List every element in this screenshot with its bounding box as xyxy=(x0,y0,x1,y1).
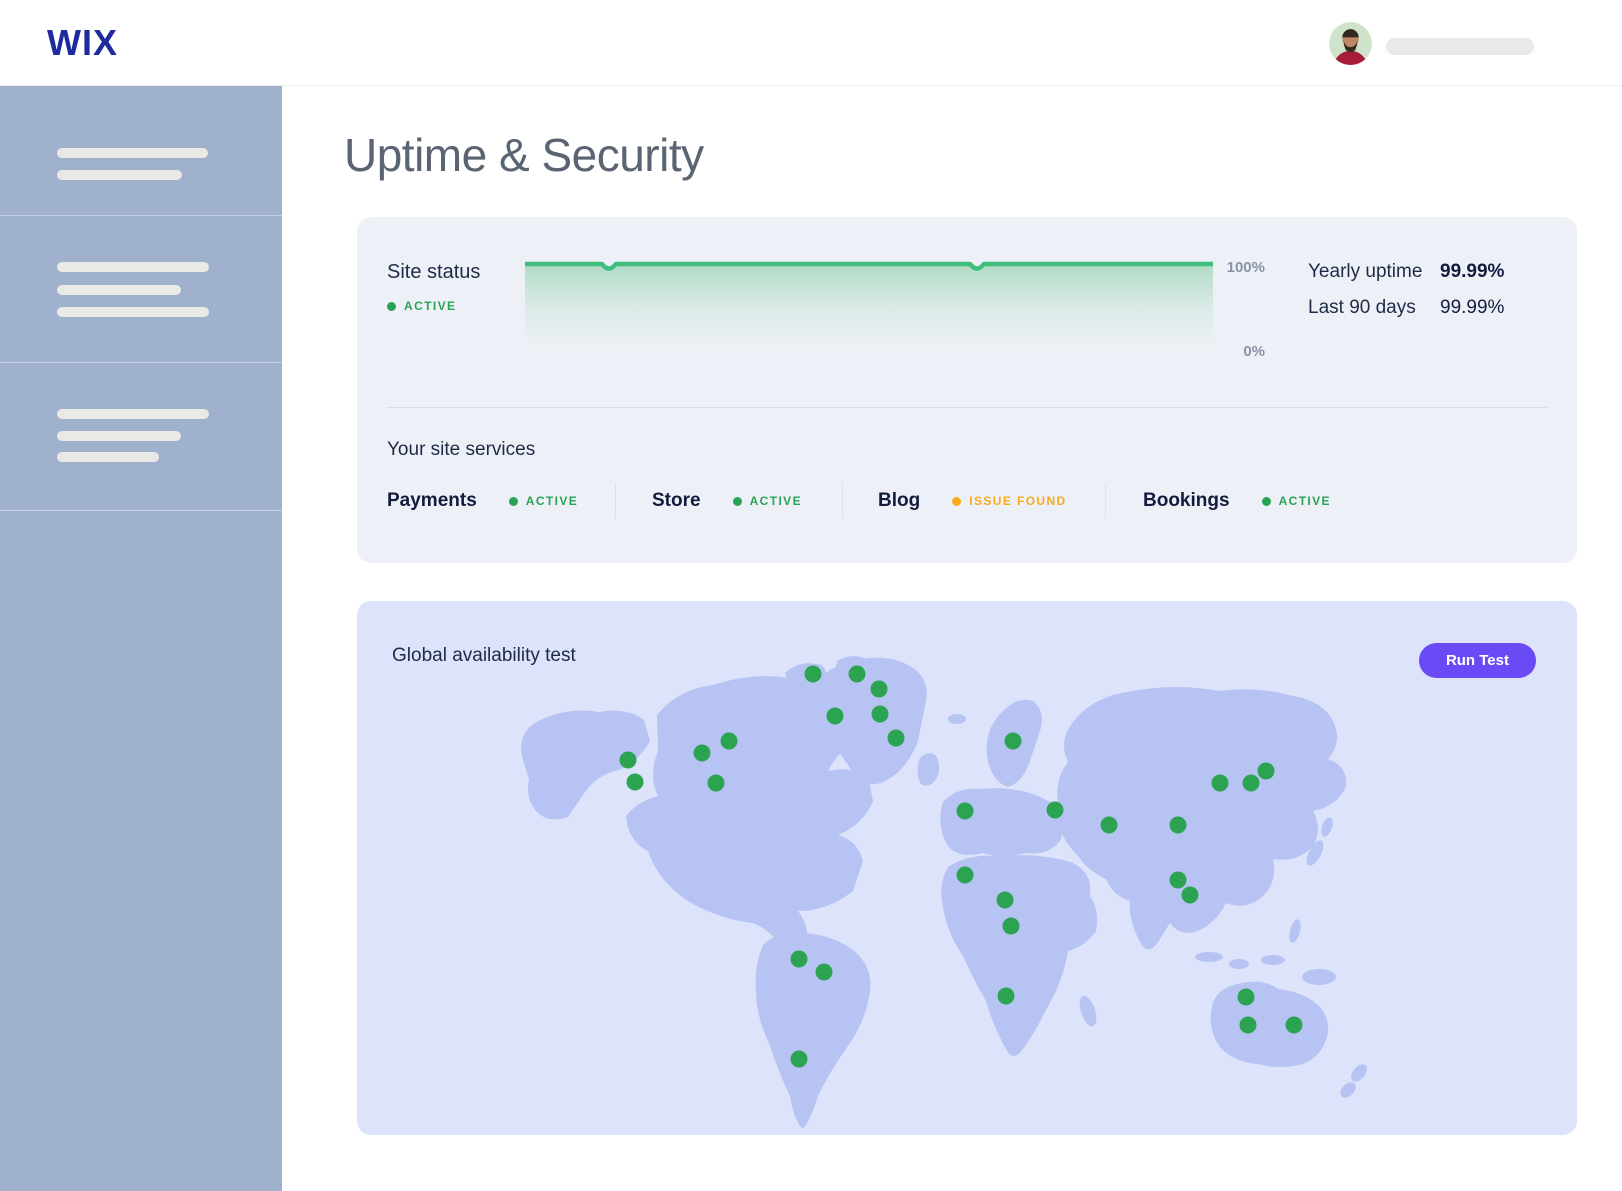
availability-dot[interactable] xyxy=(1239,1016,1256,1033)
availability-dot[interactable] xyxy=(1182,886,1199,903)
stat-value: 99.99% xyxy=(1440,297,1504,319)
stat-label: Last 90 days xyxy=(1308,297,1440,319)
axis-label-max: 100% xyxy=(1205,259,1265,276)
sidebar-divider xyxy=(0,215,282,216)
availability-dot[interactable] xyxy=(790,950,807,967)
availability-dot[interactable] xyxy=(956,802,973,819)
availability-dot[interactable] xyxy=(871,681,888,698)
service-status-badge: ACTIVE xyxy=(509,494,578,508)
status-dot-icon xyxy=(952,497,961,506)
services-title: Your site services xyxy=(387,439,535,461)
status-dot-icon xyxy=(1262,497,1271,506)
uptime-sparkline xyxy=(525,257,1213,353)
skeleton-bar xyxy=(57,452,159,462)
availability-dot[interactable] xyxy=(872,706,889,723)
status-text: ACTIVE xyxy=(526,494,578,508)
availability-dot[interactable] xyxy=(1046,801,1063,818)
status-text: ACTIVE xyxy=(1279,494,1331,508)
availability-dot[interactable] xyxy=(1170,816,1187,833)
availability-dot[interactable] xyxy=(1170,871,1187,888)
service-item-blog: Blog ISSUE FOUND xyxy=(843,483,1106,519)
site-status-badge: ACTIVE xyxy=(387,299,456,313)
page-title: Uptime & Security xyxy=(344,128,704,182)
availability-dot[interactable] xyxy=(996,892,1013,909)
availability-dot[interactable] xyxy=(998,988,1015,1005)
stat-yearly-uptime: Yearly uptime 99.99% xyxy=(1308,261,1538,283)
availability-dot[interactable] xyxy=(694,745,711,762)
stat-label: Yearly uptime xyxy=(1308,261,1440,283)
map-title: Global availability test xyxy=(392,645,576,667)
avatar-illustration xyxy=(1329,22,1372,65)
service-status-badge: ACTIVE xyxy=(733,494,802,508)
stat-last-90-days: Last 90 days 99.99% xyxy=(1308,297,1538,319)
uptime-chart xyxy=(525,257,1213,353)
skeleton-bar xyxy=(57,431,181,441)
app-window: WIX xyxy=(0,0,1622,1191)
service-name: Store xyxy=(652,490,701,512)
card-divider xyxy=(387,407,1547,408)
skeleton-bar xyxy=(57,170,182,180)
availability-dot[interactable] xyxy=(816,964,833,981)
user-name-placeholder xyxy=(1386,38,1534,55)
uptime-stats: Yearly uptime 99.99% Last 90 days 99.99% xyxy=(1308,261,1538,319)
wix-logo[interactable]: WIX xyxy=(47,22,118,64)
skeleton-bar xyxy=(57,307,209,317)
service-status-badge: ACTIVE xyxy=(1262,494,1331,508)
run-test-button[interactable]: Run Test xyxy=(1419,643,1536,678)
axis-label-min: 0% xyxy=(1205,343,1265,360)
service-name: Bookings xyxy=(1143,490,1230,512)
site-status-card: Site status ACTIVE 100% 0% Yearly uptim xyxy=(357,217,1577,563)
status-dot-icon xyxy=(387,302,396,311)
availability-dot[interactable] xyxy=(1243,775,1260,792)
avatar[interactable] xyxy=(1329,22,1372,65)
status-text: ISSUE FOUND xyxy=(969,494,1066,508)
availability-dot[interactable] xyxy=(888,730,905,747)
service-item-bookings: Bookings ACTIVE xyxy=(1106,483,1406,519)
global-availability-card: Global availability test Run Test xyxy=(357,601,1577,1135)
service-status-badge: ISSUE FOUND xyxy=(952,494,1066,508)
status-dot-icon xyxy=(509,497,518,506)
availability-dot[interactable] xyxy=(627,774,644,791)
services-row: Payments ACTIVE Store ACTIVE Blog ISSUE FOUND… xyxy=(387,479,1406,523)
availability-dot[interactable] xyxy=(1257,762,1274,779)
sidebar xyxy=(0,86,282,1191)
availability-dot[interactable] xyxy=(1100,816,1117,833)
service-item-store: Store ACTIVE xyxy=(616,483,843,519)
stat-value: 99.99% xyxy=(1440,261,1504,283)
availability-dot[interactable] xyxy=(827,707,844,724)
availability-dots-layer xyxy=(357,601,1577,1135)
availability-dot[interactable] xyxy=(1005,732,1022,749)
availability-dot[interactable] xyxy=(1285,1016,1302,1033)
availability-dot[interactable] xyxy=(790,1051,807,1068)
availability-dot[interactable] xyxy=(956,866,973,883)
availability-dot[interactable] xyxy=(849,666,866,683)
availability-dot[interactable] xyxy=(707,775,724,792)
availability-dot[interactable] xyxy=(619,752,636,769)
status-dot-icon xyxy=(733,497,742,506)
site-status-label: Site status xyxy=(387,261,480,284)
availability-dot[interactable] xyxy=(805,666,822,683)
sidebar-divider xyxy=(0,510,282,511)
availability-dot[interactable] xyxy=(1211,775,1228,792)
sidebar-divider xyxy=(0,362,282,363)
availability-dot[interactable] xyxy=(1002,918,1019,935)
availability-dot[interactable] xyxy=(1238,989,1255,1006)
skeleton-bar xyxy=(57,262,209,272)
status-text: ACTIVE xyxy=(750,494,802,508)
availability-dot[interactable] xyxy=(721,732,738,749)
status-text: ACTIVE xyxy=(404,299,456,313)
skeleton-bar xyxy=(57,409,209,419)
skeleton-bar xyxy=(57,285,181,295)
service-name: Payments xyxy=(387,490,477,512)
service-name: Blog xyxy=(878,490,920,512)
service-item-payments: Payments ACTIVE xyxy=(387,483,616,519)
topbar: WIX xyxy=(0,0,1622,86)
skeleton-bar xyxy=(57,148,208,158)
